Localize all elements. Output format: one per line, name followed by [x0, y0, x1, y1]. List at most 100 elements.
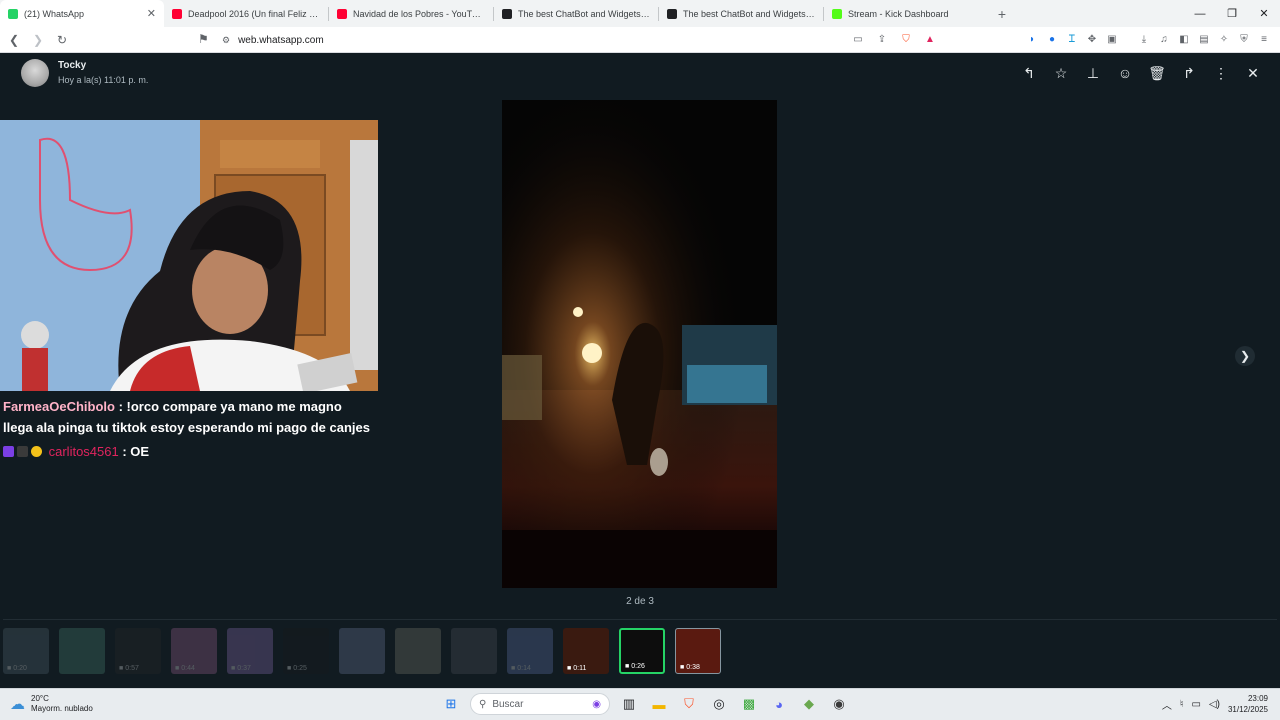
media-icon[interactable]: ♫	[1156, 31, 1172, 47]
media-thumbnail[interactable]: ■ 0:25	[283, 628, 329, 674]
toolbar-divider	[1124, 31, 1132, 47]
chat-message: carlitos4561 : OE	[3, 441, 375, 462]
tab-title: The best ChatBot and Widgets for Ki	[518, 8, 650, 19]
cast-icon[interactable]: ▭	[850, 31, 866, 47]
video-duration: ■ 0:25	[287, 665, 307, 672]
obs-icon[interactable]: ◎	[708, 693, 730, 715]
brave-shield-icon[interactable]: ⛉	[898, 31, 914, 47]
media-thumbnail[interactable]: ■ 0:11	[563, 628, 609, 674]
minecraft-icon[interactable]: ▩	[738, 693, 760, 715]
wallet-icon[interactable]: ▤	[1196, 31, 1212, 47]
botrix-icon	[667, 8, 677, 19]
webcam-image	[0, 120, 378, 391]
task-view-icon[interactable]: ▥	[618, 693, 640, 715]
taskbar-search[interactable]: ⚲ Buscar ◉	[470, 693, 610, 715]
media-thumbnail[interactable]: ■ 0:57	[115, 628, 161, 674]
emoji-icon[interactable]: ☺	[1117, 65, 1133, 81]
star-icon[interactable]: ☆	[1053, 65, 1069, 81]
clock[interactable]: 23:09 31/12/2025	[1228, 693, 1268, 715]
windows-start-icon[interactable]: ⊞	[440, 693, 462, 715]
discord-icon[interactable]: ◕	[768, 693, 790, 715]
video-player[interactable]	[502, 100, 777, 588]
avatar[interactable]	[21, 59, 49, 87]
browser-tab[interactable]: Stream - Kick Dashboard	[824, 0, 988, 27]
more-icon[interactable]: ⋮	[1213, 65, 1229, 81]
video-duration: ■ 0:11	[567, 665, 586, 672]
translate-icon[interactable]: Ꮖ	[1064, 31, 1080, 47]
download-icon[interactable]: ⤓	[1136, 31, 1152, 47]
vpn-icon[interactable]: ⛨	[1236, 31, 1252, 47]
address-bar: ❮ ❯ ↻ ⚑ ⚙ web.whatsapp.com ▭ ⇪ ⛉ ▲ ◗ ● Ꮖ…	[0, 27, 1280, 53]
duration-text: 0:25	[293, 665, 307, 672]
video-camera-icon: ■	[287, 665, 292, 672]
video-camera-icon: ■	[7, 665, 12, 672]
brave-browser-icon[interactable]: ⛉	[678, 693, 700, 715]
video-duration: ■ 0:37	[231, 665, 251, 672]
stream-chat: FarmeaOeChibolo : !orco compare ya mano …	[3, 396, 375, 462]
tab-close-icon[interactable]: ✕	[147, 7, 156, 20]
new-tab-button[interactable]: +	[988, 0, 1016, 27]
screenshot-icon[interactable]: ▣	[1104, 31, 1120, 47]
media-thumbnail[interactable]: ■ 0:37	[227, 628, 273, 674]
forward-icon[interactable]: ↱	[1181, 65, 1197, 81]
menu-icon[interactable]: ≡	[1256, 31, 1272, 47]
video-duration: ■ 0:26	[625, 663, 645, 670]
restore-icon[interactable]: ❐	[1216, 0, 1248, 27]
extension-icon-2[interactable]: ●	[1044, 31, 1060, 47]
forward-icon[interactable]: ❯	[28, 30, 48, 50]
bookmark-icon[interactable]: ⚑	[198, 32, 209, 46]
extensions-icon[interactable]: ✥	[1084, 31, 1100, 47]
browser-tab[interactable]: (21) WhatsApp ✕	[0, 0, 164, 27]
extension-icon-1[interactable]: ◗	[1024, 31, 1040, 47]
network-icon[interactable]: ▭	[1191, 699, 1200, 710]
video-duration: ■ 0:14	[511, 665, 531, 672]
back-icon[interactable]: ❮	[4, 30, 24, 50]
pin-icon[interactable]: ⊥	[1085, 65, 1101, 81]
browser-tab[interactable]: The best ChatBot and Widgets for Ki	[494, 0, 658, 27]
chevron-up-icon[interactable]: ︿	[1162, 697, 1172, 712]
close-window-icon[interactable]: ✕	[1248, 0, 1280, 27]
media-thumbnail[interactable]: ■ 0:20	[3, 628, 49, 674]
weather-widget[interactable]: ☁ 20°C Mayorm. nublado	[10, 694, 93, 714]
close-icon[interactable]: ✕	[1245, 65, 1261, 81]
tab-title: Navidad de los Pobres - YouTube	[353, 8, 485, 19]
app-icon[interactable]: ◉	[828, 693, 850, 715]
microphone-icon[interactable]: ♮	[1180, 699, 1184, 710]
duration-text: 0:44	[181, 665, 195, 672]
chat-text: : OE	[118, 444, 150, 459]
url-field[interactable]: ⚙ web.whatsapp.com	[222, 30, 842, 50]
leo-ai-icon[interactable]: ✧	[1216, 31, 1232, 47]
file-explorer-icon[interactable]: ▬	[648, 693, 670, 715]
next-media-button[interactable]: ❯	[1235, 346, 1255, 366]
cloud-icon: ☁	[10, 696, 25, 713]
media-thumbnail[interactable]	[339, 628, 385, 674]
minimize-icon[interactable]: —	[1184, 0, 1216, 27]
video-duration: ■ 0:38	[680, 664, 700, 671]
media-thumbnail[interactable]: ■ 0:26	[619, 628, 665, 674]
media-thumbnail[interactable]	[451, 628, 497, 674]
reload-icon[interactable]: ↻	[52, 30, 72, 50]
share-icon[interactable]: ⇪	[874, 31, 890, 47]
sender-time: Hoy a la(s) 11:01 p. m.	[58, 75, 149, 85]
taskbar: ☁ 20°C Mayorm. nublado ⊞ ⚲ Buscar ◉ ▥ ▬ …	[0, 688, 1280, 720]
volume-icon[interactable]: ◁)	[1209, 699, 1220, 710]
reply-icon[interactable]: ↰	[1021, 65, 1037, 81]
media-thumbnail[interactable]: ■ 0:38	[675, 628, 721, 674]
tab-list: (21) WhatsApp ✕ Deadpool 2016 (Un final Fe…	[0, 0, 988, 27]
duration-text: 0:37	[237, 665, 251, 672]
media-thumbnail[interactable]	[395, 628, 441, 674]
site-info-icon[interactable]: ⚙	[222, 35, 230, 46]
browser-tab[interactable]: Deadpool 2016 (Un final Feliz segun	[164, 0, 328, 27]
sidebar-icon[interactable]: ◧	[1176, 31, 1192, 47]
delete-icon[interactable]: 🗑	[1148, 65, 1166, 81]
media-thumbnail[interactable]: ■ 0:44	[171, 628, 217, 674]
minecraft-launcher-icon[interactable]: ◆	[798, 693, 820, 715]
browser-tab[interactable]: Navidad de los Pobres - YouTube	[329, 0, 493, 27]
media-thumbnail[interactable]	[59, 628, 105, 674]
subscriber-badge-icon	[3, 446, 14, 457]
brave-rewards-icon[interactable]: ▲	[922, 31, 938, 47]
media-thumbnail[interactable]: ■ 0:14	[507, 628, 553, 674]
media-counter: 2 de 3	[626, 596, 654, 607]
weather-text: 20°C Mayorm. nublado	[31, 694, 93, 714]
browser-tab[interactable]: The best ChatBot and Widgets for Ki	[659, 0, 823, 27]
